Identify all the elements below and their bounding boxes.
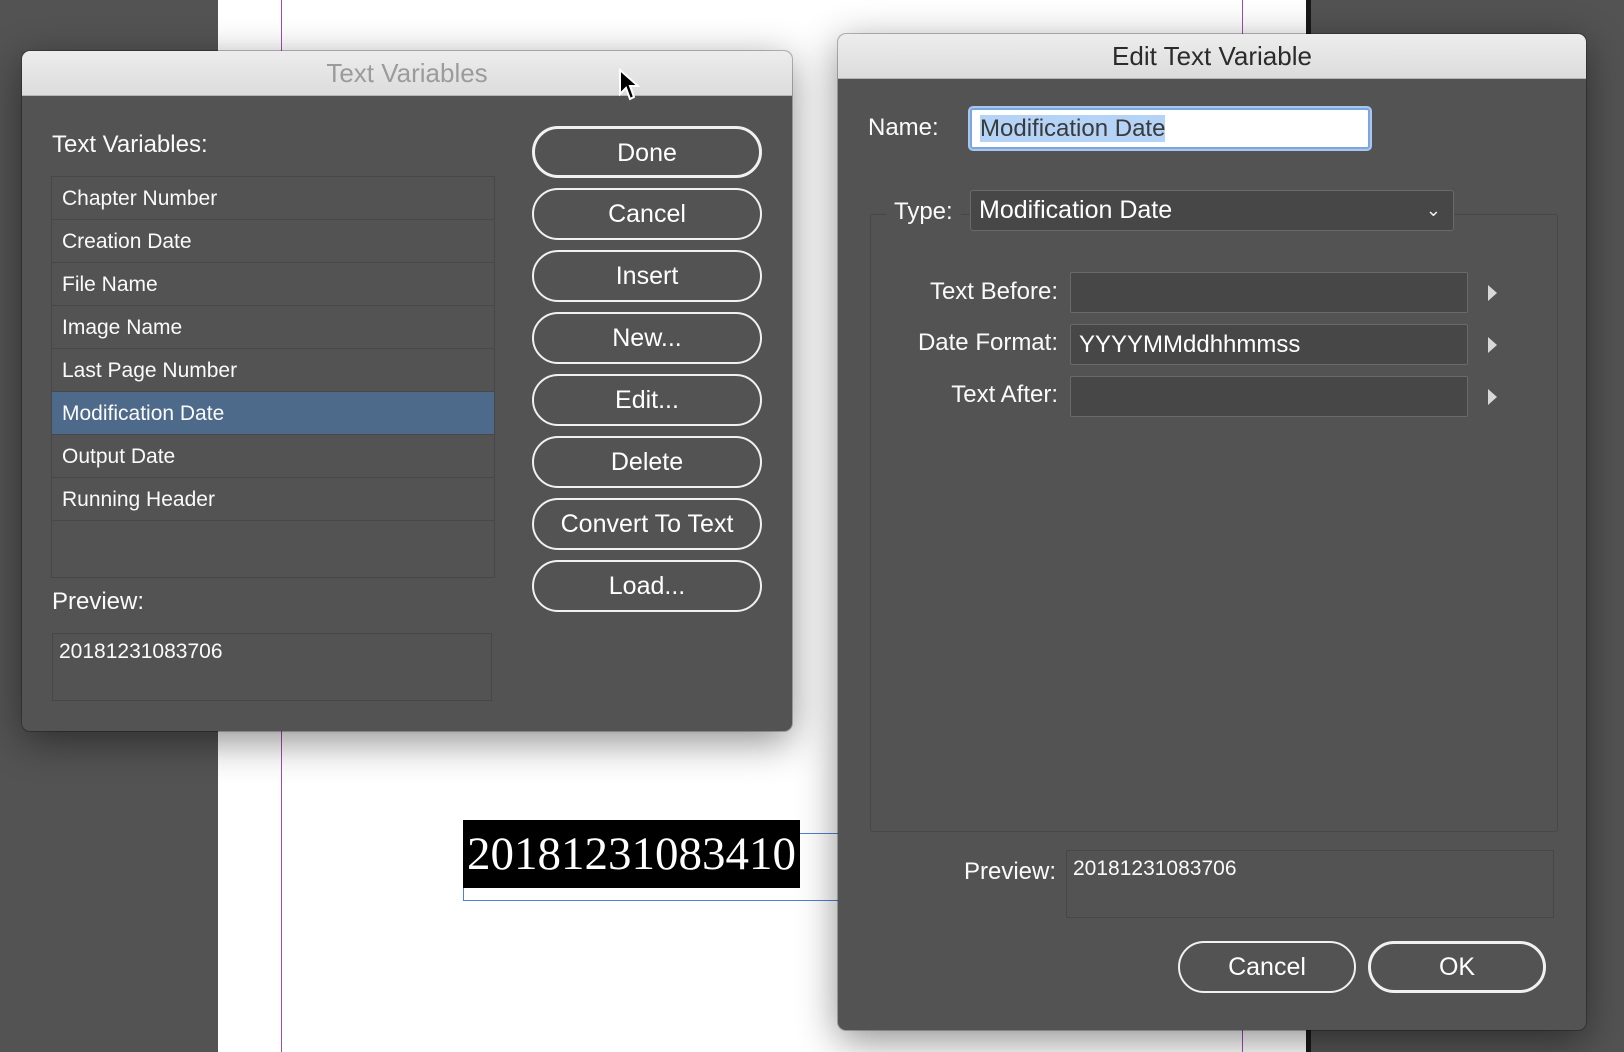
load-button[interactable]: Load... [532, 560, 762, 612]
preview-box: 20181231083706 [1066, 850, 1554, 918]
list-item-output-date[interactable]: Output Date [52, 435, 494, 478]
dialog-title[interactable]: Text Variables [22, 51, 792, 96]
triangle-right-icon[interactable] [1488, 337, 1497, 353]
delete-button[interactable]: Delete [532, 436, 762, 488]
edit-button[interactable]: Edit... [532, 374, 762, 426]
text-variables-dialog: Text Variables Text Variables: Chapter N… [22, 51, 792, 731]
type-label: Type: [886, 198, 961, 226]
preview-box: 20181231083706 [52, 633, 492, 701]
text-variables-list[interactable]: Chapter Number Creation Date File Name I… [51, 176, 495, 578]
type-dropdown[interactable]: Modification Date ⌄ [970, 190, 1454, 231]
text-frame-edge [463, 900, 850, 901]
name-label: Name: [868, 114, 939, 141]
preview-value: 20181231083706 [59, 640, 223, 663]
list-item-last-page-number[interactable]: Last Page Number [52, 349, 494, 392]
list-item-modification-date[interactable]: Modification Date [52, 392, 494, 435]
preview-value: 20181231083706 [1073, 857, 1237, 880]
text-before-input[interactable] [1070, 272, 1468, 313]
list-item-image-name[interactable]: Image Name [52, 306, 494, 349]
list-item-running-header[interactable]: Running Header [52, 478, 494, 521]
date-format-input[interactable]: YYYYMMddhhmmss [1070, 324, 1468, 365]
preview-label: Preview: [52, 588, 145, 615]
triangle-right-icon[interactable] [1488, 389, 1497, 405]
name-input-value: Modification Date [980, 115, 1166, 142]
cancel-button[interactable]: Cancel [532, 188, 762, 240]
selected-text-frame[interactable]: 20181231083410 [463, 820, 800, 888]
done-button[interactable]: Done [532, 126, 762, 178]
dialog-title[interactable]: Edit Text Variable [838, 34, 1586, 79]
triangle-right-icon[interactable] [1488, 285, 1497, 301]
edit-text-variable-dialog: Edit Text Variable Name: Modification Da… [838, 34, 1586, 1030]
text-frame-edge [463, 888, 464, 900]
text-variables-label: Text Variables: [52, 131, 208, 158]
text-after-input[interactable] [1070, 376, 1468, 417]
list-item-file-name[interactable]: File Name [52, 263, 494, 306]
text-after-label: Text After: [951, 381, 1058, 408]
chevron-down-icon: ⌄ [1425, 200, 1441, 220]
type-dropdown-value: Modification Date [979, 196, 1173, 224]
new-button[interactable]: New... [532, 312, 762, 364]
date-format-label: Date Format: [917, 329, 1058, 356]
ok-button[interactable]: OK [1368, 941, 1546, 993]
convert-to-text-button[interactable]: Convert To Text [532, 498, 762, 550]
list-item-chapter-number[interactable]: Chapter Number [52, 177, 494, 220]
text-before-label: Text Before: [929, 278, 1058, 305]
cancel-button[interactable]: Cancel [1178, 941, 1356, 993]
insert-button[interactable]: Insert [532, 250, 762, 302]
list-item-creation-date[interactable]: Creation Date [52, 220, 494, 263]
mouse-pointer-icon [619, 68, 640, 101]
name-input[interactable]: Modification Date [970, 108, 1370, 149]
preview-label: Preview: [963, 858, 1056, 885]
